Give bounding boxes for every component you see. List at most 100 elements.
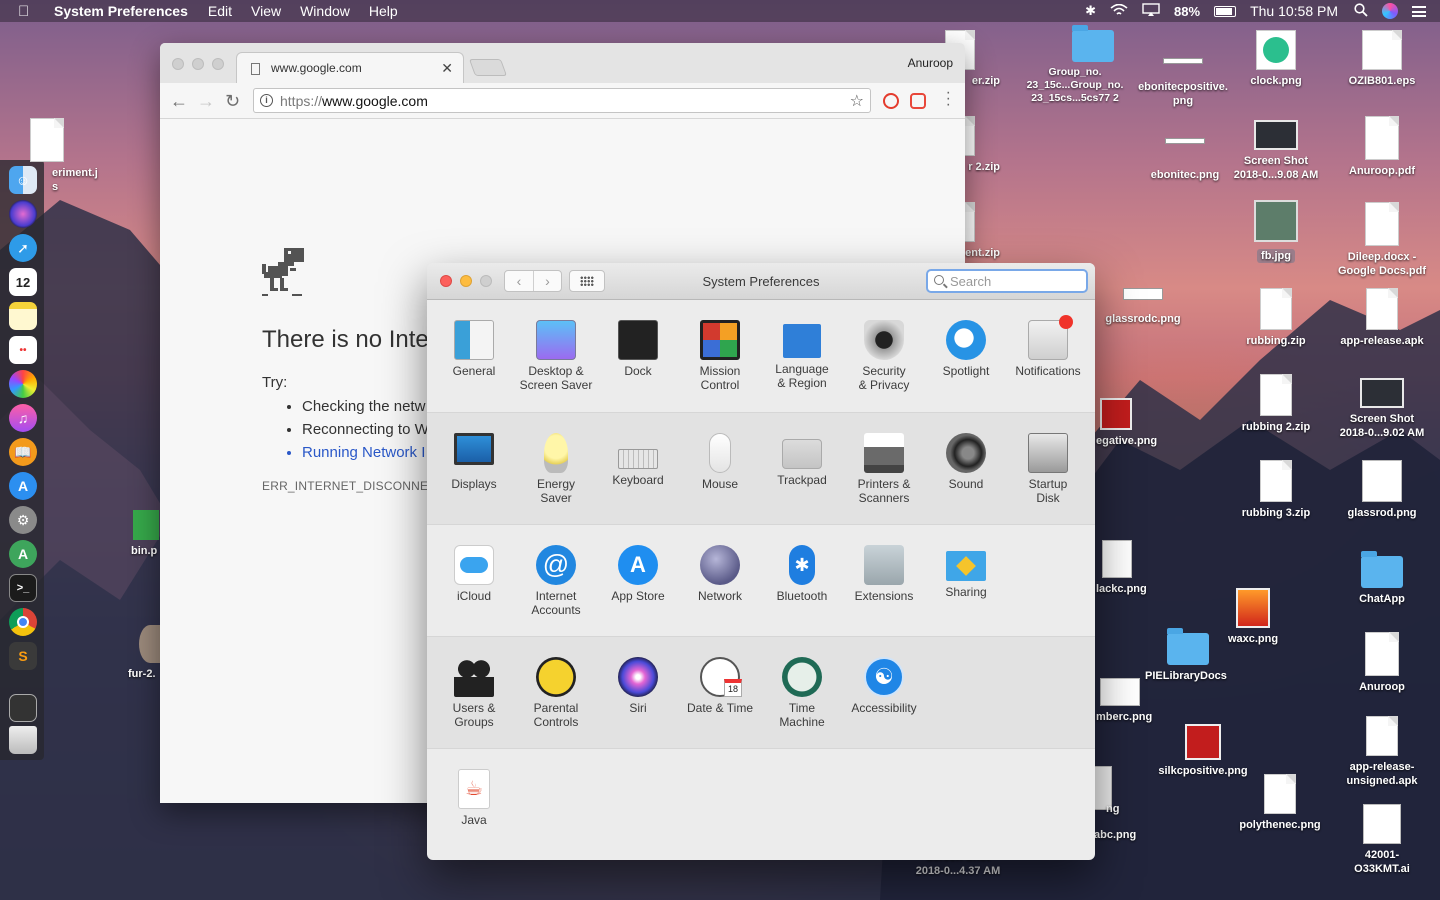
desktop-item[interactable]: rubbing 2.zip: [1221, 374, 1331, 434]
profile-name[interactable]: Anuroop: [908, 56, 953, 70]
sublime-text-icon[interactable]: S: [9, 642, 37, 670]
pane-app-store[interactable]: A App Store: [597, 545, 679, 603]
desktop-item[interactable]: glassrod.png: [1327, 460, 1437, 520]
pane-security-privacy[interactable]: Security & Privacy: [843, 320, 925, 392]
pane-desktop-screensaver[interactable]: Desktop & Screen Saver: [515, 320, 597, 392]
chrome-icon[interactable]: [9, 608, 37, 636]
pane-sound[interactable]: Sound: [925, 433, 1007, 491]
network-diagnostics-link[interactable]: Running Network I: [302, 441, 429, 464]
desktop-item[interactable]: fb.jpg: [1221, 200, 1331, 264]
siri-icon[interactable]: [9, 200, 37, 228]
pane-bluetooth[interactable]: ✱ Bluetooth: [761, 545, 843, 603]
back-arrow-icon[interactable]: ←: [170, 91, 188, 112]
pane-users-groups[interactable]: Users & Groups: [433, 657, 515, 729]
terminal-icon[interactable]: >_: [9, 574, 37, 602]
desktop-item[interactable]: 42001- O33KMT.ai: [1327, 804, 1437, 876]
pane-internet-accounts[interactable]: @ Internet Accounts: [515, 545, 597, 617]
bluetooth-status-icon[interactable]: ✱: [1085, 3, 1096, 19]
calendar-icon[interactable]: 12: [9, 268, 37, 296]
pane-mission-control[interactable]: Mission Control: [679, 320, 761, 392]
chrome-zoom-button[interactable]: [212, 58, 224, 70]
notification-center-icon[interactable]: [1412, 5, 1426, 17]
desktop-item[interactable]: Dileep.docx - Google Docs.pdf: [1327, 202, 1437, 278]
pane-sharing[interactable]: Sharing: [925, 545, 1007, 599]
safari-icon[interactable]: ➚: [9, 234, 37, 262]
reload-icon[interactable]: ↻: [225, 91, 240, 112]
pane-keyboard[interactable]: Keyboard: [597, 433, 679, 487]
pane-extensions[interactable]: Extensions: [843, 545, 925, 603]
desktop-item[interactable]: silkcpositive.png: [1148, 724, 1258, 778]
pane-icloud[interactable]: iCloud: [433, 545, 515, 603]
photos-icon[interactable]: [9, 370, 37, 398]
pane-time-machine[interactable]: Time Machine: [761, 657, 843, 729]
pane-energy-saver[interactable]: Energy Saver: [515, 433, 597, 505]
search-field[interactable]: Search: [926, 269, 1088, 293]
chrome-menu-icon[interactable]: · · ·: [946, 85, 951, 113]
notes-icon[interactable]: [9, 302, 37, 330]
menu-edit[interactable]: Edit: [208, 3, 232, 19]
pane-notifications[interactable]: Notifications: [1007, 315, 1089, 378]
bookmark-star-icon[interactable]: ☆: [850, 91, 864, 111]
pane-parental-controls[interactable]: Parental Controls: [515, 657, 597, 729]
forward-arrow-icon[interactable]: →: [197, 91, 215, 112]
app-store-icon[interactable]: A: [9, 472, 37, 500]
siri-menu-icon[interactable]: [1382, 3, 1398, 19]
system-preferences-icon[interactable]: ⚙: [9, 506, 37, 534]
battery-percent[interactable]: 88%: [1174, 4, 1200, 19]
pane-mouse[interactable]: Mouse: [679, 433, 761, 491]
tab-close-icon[interactable]: ✕: [441, 60, 453, 77]
chrome-close-button[interactable]: [172, 58, 184, 70]
desktop-item[interactable]: PIELibraryDocs: [1133, 628, 1243, 683]
pane-language-region[interactable]: Language & Region: [761, 320, 843, 390]
pane-accessibility[interactable]: ☯ Accessibility: [843, 657, 925, 715]
address-bar[interactable]: i https://www.google.com ☆: [253, 88, 871, 113]
menu-view[interactable]: View: [251, 3, 281, 19]
apple-menu-icon[interactable]: : [18, 3, 38, 20]
battery-icon[interactable]: [1214, 5, 1237, 17]
pane-startup-disk[interactable]: Startup Disk: [1007, 433, 1089, 505]
opera-extension-icon[interactable]: [883, 93, 899, 109]
desktop-item[interactable]: Anuroop: [1327, 632, 1437, 694]
pane-siri[interactable]: Siri: [597, 657, 679, 715]
desktop-item[interactable]: ChatApp: [1327, 551, 1437, 606]
airplay-icon[interactable]: [1142, 3, 1160, 19]
pane-java[interactable]: ☕ Java: [433, 769, 515, 827]
cast-extension-icon[interactable]: [910, 93, 926, 109]
reminders-icon[interactable]: ••: [9, 336, 37, 364]
desktop-item[interactable]: rubbing.zip: [1221, 288, 1331, 348]
menu-app-name[interactable]: System Preferences: [54, 3, 188, 19]
desktop-item[interactable]: Screen Shot 2018-0...9.08 AM: [1221, 120, 1331, 182]
android-studio-icon[interactable]: A: [9, 540, 37, 568]
pane-trackpad[interactable]: Trackpad: [761, 433, 843, 487]
screenshot-icon[interactable]: [9, 694, 37, 722]
desktop-item[interactable]: Group_no. 23_15c...Group_no. 23_15cs...5…: [1010, 25, 1140, 105]
spotlight-search-icon[interactable]: [1354, 2, 1368, 20]
desktop-item[interactable]: app-release.apk: [1327, 288, 1437, 348]
itunes-icon[interactable]: ♫: [9, 404, 37, 432]
menu-help[interactable]: Help: [369, 3, 398, 19]
chrome-minimize-button[interactable]: [192, 58, 204, 70]
ibooks-icon[interactable]: 📖: [9, 438, 37, 466]
new-tab-button[interactable]: [468, 59, 508, 76]
pane-dock[interactable]: Dock: [597, 320, 679, 378]
desktop-item[interactable]: glassrodc.png: [1088, 288, 1198, 326]
pane-printers-scanners[interactable]: Printers & Scanners: [843, 433, 925, 505]
chrome-tab[interactable]: www.google.com ✕: [236, 52, 464, 83]
desktop-item[interactable]: polythenec.png: [1225, 774, 1335, 832]
info-icon[interactable]: i: [260, 94, 273, 107]
desktop-item[interactable]: OZIB801.eps: [1327, 30, 1437, 88]
desktop-item[interactable]: eriment.j s: [0, 118, 102, 194]
pane-displays[interactable]: Displays: [433, 433, 515, 491]
pane-spotlight[interactable]: Spotlight: [925, 320, 1007, 378]
pane-date-time[interactable]: 18 Date & Time: [679, 657, 761, 715]
pane-network[interactable]: Network: [679, 545, 761, 603]
desktop-item[interactable]: Screen Shot 2018-0...9.02 AM: [1327, 378, 1437, 440]
pane-general[interactable]: General: [433, 320, 515, 378]
trash-icon[interactable]: [9, 726, 37, 754]
desktop-item[interactable]: app-release- unsigned.apk: [1327, 716, 1437, 788]
wifi-status-icon[interactable]: [1110, 3, 1128, 19]
menu-clock[interactable]: Thu 10:58 PM: [1250, 3, 1338, 19]
desktop-item[interactable]: rubbing 3.zip: [1221, 460, 1331, 520]
desktop-item[interactable]: clock.png: [1221, 30, 1331, 88]
desktop-item[interactable]: Anuroop.pdf: [1327, 116, 1437, 178]
